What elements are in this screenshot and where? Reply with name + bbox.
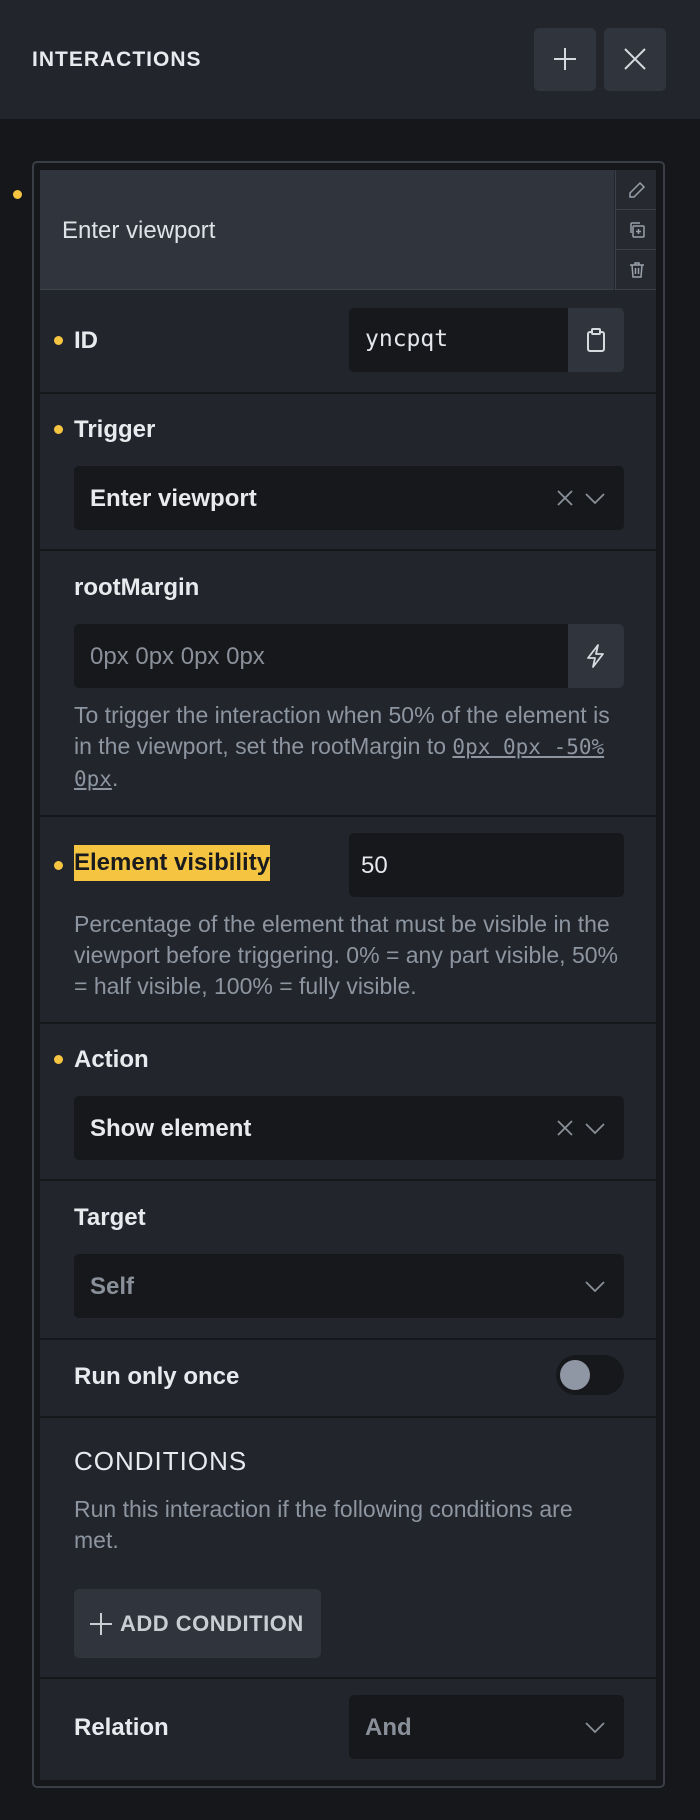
clear-icon[interactable]	[554, 487, 576, 509]
active-indicator-dot	[13, 190, 22, 199]
lightning-icon	[587, 644, 604, 668]
close-icon	[624, 48, 646, 70]
element-visibility-help: Percentage of the element that must be v…	[74, 911, 618, 999]
action-label: Action	[74, 1046, 149, 1073]
id-label: ID	[74, 327, 98, 354]
relation-label: Relation	[74, 1714, 169, 1741]
target-label: Target	[74, 1204, 146, 1231]
trigger-value: Enter viewport	[90, 485, 257, 512]
divider	[40, 1022, 656, 1024]
add-condition-label: ADD CONDITION	[120, 1611, 304, 1636]
duplicate-icon	[630, 222, 645, 238]
add-interaction-button[interactable]	[534, 28, 596, 91]
action-indicator-dot	[54, 1055, 63, 1064]
root-margin-label: rootMargin	[74, 574, 200, 601]
chevron-down-icon[interactable]	[584, 490, 606, 506]
root-margin-placeholder: 0px 0px 0px 0px	[90, 643, 265, 670]
conditions-help: Run this interaction if the following co…	[74, 1496, 573, 1553]
divider	[40, 815, 656, 817]
divider	[40, 549, 656, 551]
divider	[40, 1338, 656, 1340]
clipboard-icon	[587, 328, 605, 352]
root-margin-help: To trigger the interaction when 50% of t…	[74, 702, 610, 791]
chevron-down-icon[interactable]	[584, 1719, 606, 1735]
action-value: Show element	[90, 1115, 252, 1142]
divider	[40, 1416, 656, 1418]
copy-id-button[interactable]	[568, 308, 624, 372]
divider	[40, 1179, 656, 1181]
delete-button[interactable]	[615, 250, 656, 290]
toggle-knob	[560, 1360, 590, 1390]
clear-icon[interactable]	[554, 1117, 576, 1139]
id-indicator-dot	[54, 336, 63, 345]
run-only-once-label: Run only once	[74, 1363, 240, 1390]
conditions-title: CONDITIONS	[74, 1446, 248, 1476]
relation-value: And	[365, 1714, 412, 1741]
chevron-down-icon[interactable]	[584, 1120, 606, 1136]
duplicate-button[interactable]	[615, 210, 656, 250]
interaction-actions	[615, 170, 656, 290]
dynamic-data-button[interactable]	[568, 624, 624, 688]
element-visibility-input[interactable]	[349, 833, 624, 897]
element-visibility-label: Element visibility	[74, 845, 271, 881]
chevron-down-icon[interactable]	[584, 1278, 606, 1294]
divider	[40, 1677, 656, 1679]
divider	[40, 392, 656, 394]
run-only-once-toggle[interactable]	[556, 1355, 624, 1395]
trigger-label: Trigger	[74, 416, 156, 443]
edit-button[interactable]	[615, 170, 656, 210]
id-value: yncpqt	[365, 326, 449, 352]
pencil-icon	[629, 181, 646, 198]
element-visibility-value: 50	[361, 852, 388, 879]
plus-icon	[90, 1613, 112, 1635]
visibility-indicator-dot	[54, 861, 63, 870]
close-button[interactable]	[604, 28, 666, 91]
add-condition-button[interactable]: ADD CONDITION	[74, 1589, 321, 1658]
panel-header: INTERACTIONS	[0, 0, 700, 119]
target-value: Self	[90, 1273, 135, 1300]
trash-icon	[630, 262, 644, 278]
target-select[interactable]	[74, 1254, 624, 1318]
interaction-title: Enter viewport	[62, 217, 216, 244]
trigger-indicator-dot	[54, 425, 63, 434]
plus-icon	[554, 48, 576, 70]
panel-title: INTERACTIONS	[32, 48, 202, 71]
